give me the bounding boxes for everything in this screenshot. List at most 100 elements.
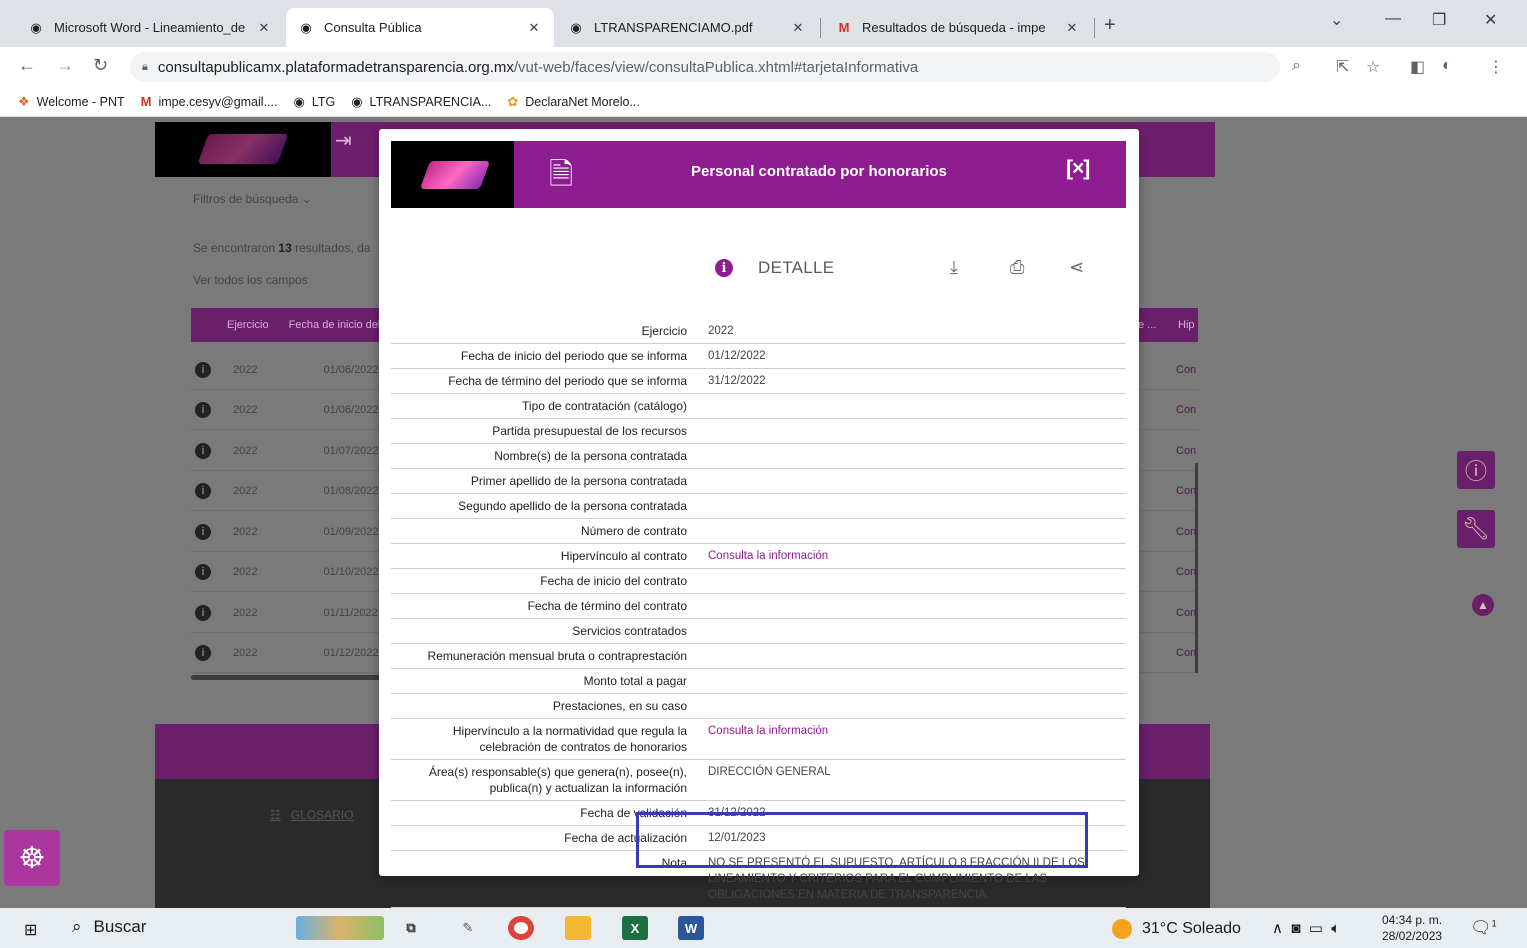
- info-icon[interactable]: i: [195, 361, 211, 378]
- scroll-top-button[interactable]: ▲: [1472, 594, 1494, 616]
- side-panel-icon[interactable]: ◧: [1410, 57, 1425, 77]
- back-icon[interactable]: ←: [18, 55, 36, 76]
- chrome-icon[interactable]: [508, 916, 534, 940]
- tab-consulta-publica[interactable]: ◉ Consulta Pública ✕: [286, 8, 554, 47]
- field-link[interactable]: Consulta la información: [701, 544, 1126, 568]
- weather-widget[interactable]: 31°C Soleado: [1112, 919, 1241, 939]
- tab-label: Consulta Pública: [324, 20, 422, 35]
- paint-icon[interactable]: ✎: [455, 916, 481, 940]
- field-link[interactable]: Consulta la información: [701, 719, 1126, 759]
- info-icon[interactable]: i: [195, 604, 211, 621]
- bookmark-pnt[interactable]: ❖ Welcome - PNT: [18, 94, 125, 110]
- bookmark-ltg[interactable]: ◉ LTG: [293, 94, 335, 110]
- tab-label: LTRANSPARENCIAMO.pdf: [594, 20, 753, 35]
- row-link[interactable]: Con: [1176, 647, 1196, 659]
- profile-avatar[interactable]: ◐: [1442, 57, 1452, 75]
- info-icon[interactable]: i: [195, 644, 211, 661]
- close-tab-icon[interactable]: ✕: [790, 20, 806, 36]
- field-label: Nombre(s) de la persona contratada: [494, 449, 687, 463]
- bookmark-declaranet[interactable]: ✿ DeclaraNet Morelo...: [507, 94, 640, 110]
- network-icon[interactable]: ▭: [1309, 920, 1323, 937]
- row-date: 01/12/2022: [323, 646, 379, 659]
- file-explorer-icon[interactable]: [565, 916, 591, 940]
- search-icon: ⌕: [72, 917, 82, 936]
- notifications-icon[interactable]: 🗨︎1: [1470, 918, 1497, 938]
- tab-gmail[interactable]: M Resultados de búsqueda - impe ✕: [824, 8, 1092, 47]
- gmail-icon: M: [838, 20, 850, 35]
- horizontal-scrollbar[interactable]: [191, 675, 381, 680]
- field-label: Primer apellido de la persona contratada: [470, 474, 687, 488]
- row-link[interactable]: Con: [1176, 445, 1196, 457]
- bookmark-label: DeclaraNet Morelo...: [525, 94, 640, 109]
- info-icon[interactable]: i: [195, 523, 211, 540]
- globe-icon: ◉: [30, 19, 42, 35]
- address-bar[interactable]: 🔒︎ consultapublicamx.plataformadetranspa…: [130, 52, 1280, 82]
- filters-toggle[interactable]: Filtros de búsqueda ⌄: [193, 192, 312, 206]
- accessibility-button[interactable]: ☸: [4, 830, 60, 886]
- word-icon[interactable]: W: [678, 916, 704, 940]
- row-link[interactable]: Con: [1176, 526, 1196, 538]
- chevron-up-icon[interactable]: ∧: [1272, 920, 1283, 937]
- menu-icon[interactable]: ⋮: [1488, 57, 1504, 77]
- bookmark-gmail[interactable]: Mimpe.cesyv@gmail....: [141, 94, 278, 109]
- field-value: 31/12/2022: [708, 375, 766, 387]
- modal-close-button[interactable]: [×]: [1066, 157, 1090, 181]
- detail-row: Fecha de inicio del periodo que se infor…: [391, 344, 1126, 369]
- windows-start-icon[interactable]: ⊞: [24, 920, 37, 940]
- row-link[interactable]: Con: [1176, 566, 1196, 578]
- minimize-icon[interactable]: —: [1385, 10, 1401, 28]
- close-tab-icon[interactable]: ✕: [256, 20, 272, 36]
- download-icon[interactable]: ⤓: [950, 257, 958, 278]
- info-icon[interactable]: i: [195, 482, 211, 499]
- clock[interactable]: 04:34 p. m. 28/02/2023: [1382, 912, 1442, 944]
- bookmark-ltransparencia[interactable]: ◉ LTRANSPARENCIA...: [351, 94, 491, 110]
- sun-icon: [1112, 919, 1132, 939]
- meet-icon[interactable]: ◙: [1291, 920, 1300, 937]
- row-link[interactable]: Con: [1176, 364, 1196, 376]
- detail-row: Hipervínculo a la normatividad que regul…: [391, 719, 1126, 760]
- info-icon[interactable]: i: [195, 563, 211, 580]
- field-label: Segundo apellido de la persona contratad…: [458, 499, 687, 513]
- info-icon[interactable]: i: [195, 401, 211, 418]
- tab-word-doc[interactable]: ◉ Microsoft Word - Lineamiento_de ✕: [16, 8, 284, 47]
- glosario-link[interactable]: ☷ GLOSARIO: [270, 808, 353, 822]
- restore-icon[interactable]: ❐: [1432, 10, 1446, 30]
- view-all-fields-link[interactable]: Ver todos los campos: [193, 273, 308, 287]
- info-icon: i: [715, 259, 733, 277]
- field-value: [701, 644, 1126, 668]
- vertical-scrollbar[interactable]: [1195, 463, 1198, 673]
- zoom-icon[interactable]: ⌕: [1292, 57, 1301, 75]
- field-value: [701, 619, 1126, 643]
- taskbar-search[interactable]: ⌕ Buscar: [72, 917, 146, 937]
- detail-row: Remuneración mensual bruta o contraprest…: [391, 644, 1126, 669]
- forward-icon[interactable]: →: [56, 55, 74, 76]
- detail-row: Fecha de término del contrato: [391, 594, 1126, 619]
- close-tab-icon[interactable]: ✕: [526, 20, 542, 36]
- row-link[interactable]: Con: [1176, 607, 1196, 619]
- close-tab-icon[interactable]: ✕: [1064, 20, 1080, 36]
- row-link[interactable]: Con: [1176, 485, 1196, 497]
- volume-icon[interactable]: 🔈︎: [1331, 920, 1340, 937]
- field-label: Hipervínculo al contrato: [560, 549, 687, 563]
- declaranet-icon: ✿: [507, 93, 519, 109]
- print-icon[interactable]: ⎙: [1010, 257, 1024, 278]
- tools-button[interactable]: 🔧︎: [1457, 510, 1495, 548]
- alert-button[interactable]: ⓘ: [1457, 451, 1495, 489]
- row-year: 2022: [233, 565, 258, 578]
- share-icon[interactable]: ⇱: [1336, 57, 1349, 77]
- window-close-icon[interactable]: ✕: [1484, 10, 1497, 30]
- tab-search-icon[interactable]: ⌄: [1330, 10, 1343, 30]
- task-view-icon[interactable]: ⧉: [398, 916, 424, 940]
- reload-icon[interactable]: ↻: [93, 55, 108, 76]
- info-icon[interactable]: i: [195, 442, 211, 459]
- bookmark-star-icon[interactable]: ☆: [1366, 57, 1380, 77]
- row-link[interactable]: Con: [1176, 404, 1196, 416]
- excel-icon[interactable]: X: [622, 916, 648, 940]
- search-highlight-image[interactable]: [296, 916, 384, 940]
- share-icon[interactable]: ⋖: [1069, 257, 1084, 278]
- new-tab-button[interactable]: +: [1104, 14, 1116, 37]
- system-tray[interactable]: ∧ ◙ ▭ 🔈︎: [1272, 919, 1340, 937]
- date-text: 28/02/2023: [1382, 929, 1443, 943]
- tab-pdf[interactable]: ◉ LTRANSPARENCIAMO.pdf ✕: [556, 8, 818, 47]
- login-icon[interactable]: ⇥: [335, 128, 352, 153]
